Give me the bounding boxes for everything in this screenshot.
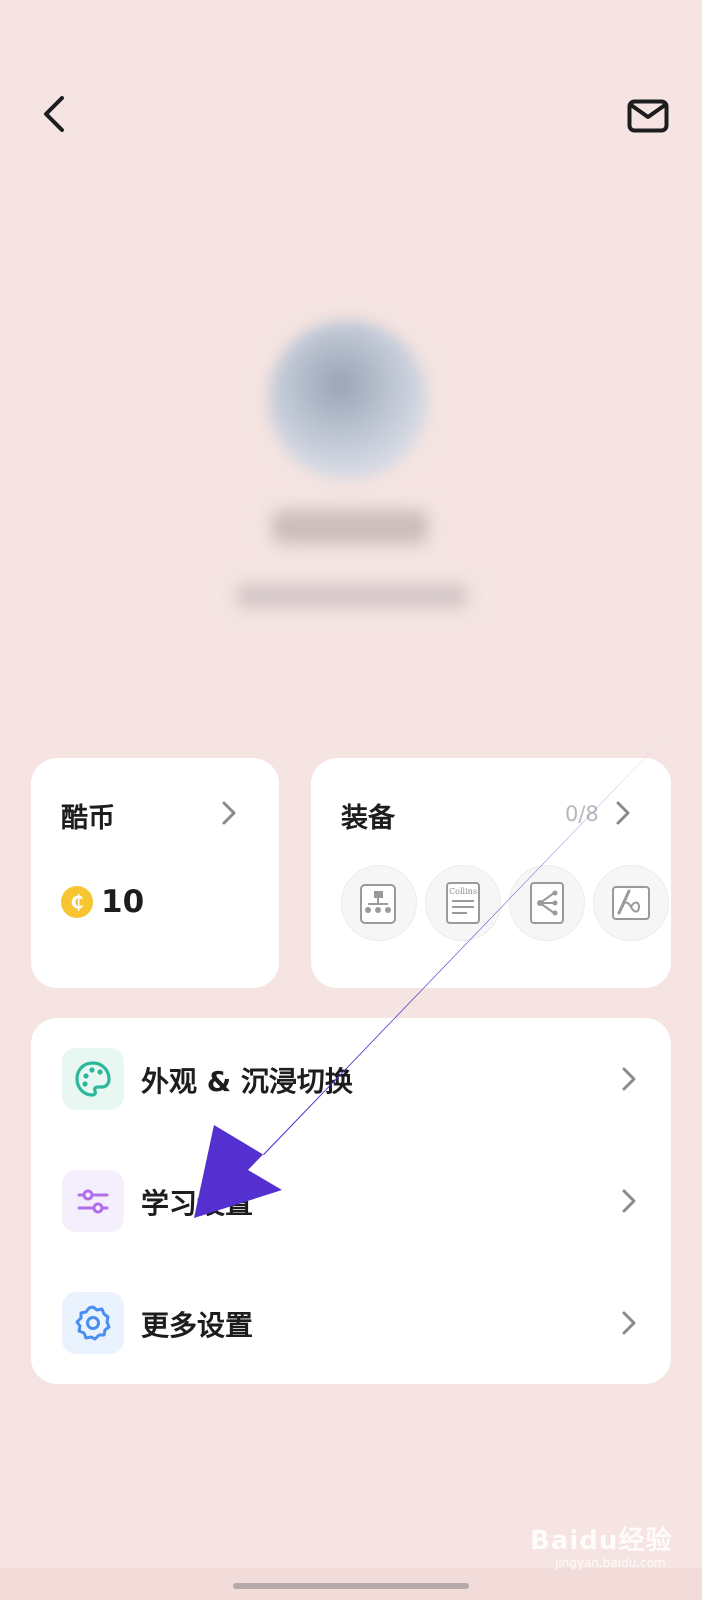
mail-icon [627, 99, 669, 133]
palette-icon [62, 1048, 124, 1110]
tree-diagram-icon[interactable] [509, 865, 585, 941]
mail-button[interactable] [622, 94, 674, 138]
equipment-title: 装备 [341, 803, 395, 834]
equipment-card[interactable]: 装备 0/8 Collins [311, 758, 671, 988]
setting-row-more[interactable]: 更多设置 [31, 1262, 671, 1384]
watermark: Baidu经验 [530, 1526, 673, 1556]
gear-icon [62, 1292, 124, 1354]
setting-label-learning: 学习设置 [141, 1187, 254, 1220]
pen-infinity-icon[interactable] [593, 865, 669, 941]
mindmap-icon[interactable] [341, 865, 417, 941]
chevron-right-icon [622, 1189, 636, 1213]
coin-icon: ₵ [61, 886, 93, 918]
user-info-blurred [236, 584, 468, 608]
chevron-right-icon [222, 801, 236, 825]
chevron-right-icon [616, 801, 630, 825]
home-indicator[interactable] [233, 1583, 469, 1589]
setting-label-more: 更多设置 [141, 1309, 254, 1342]
setting-row-appearance[interactable]: 外观 & 沉浸切换 [31, 1018, 671, 1140]
chevron-right-icon [622, 1067, 636, 1091]
setting-row-learning[interactable]: 学习设置 [31, 1140, 671, 1262]
avatar[interactable] [268, 320, 428, 480]
watermark-url: jingyan.baidu.com [555, 1556, 666, 1570]
sliders-icon [62, 1170, 124, 1232]
chevron-right-icon [622, 1311, 636, 1335]
settings-list: 外观 & 沉浸切换 学习设置 更多设置 [31, 1018, 671, 1384]
equipment-count: 0/8 [565, 802, 599, 826]
coin-balance: 10 [101, 884, 145, 920]
setting-label-appearance: 外观 & 沉浸切换 [141, 1065, 353, 1098]
chevron-left-icon [44, 96, 64, 132]
coins-card[interactable]: 酷币 ₵ 10 [31, 758, 279, 988]
collins-label: Collins [449, 887, 477, 896]
collins-dictionary-icon[interactable]: Collins [425, 865, 501, 941]
back-button[interactable] [30, 90, 78, 138]
username-blurred [272, 510, 428, 544]
coins-title: 酷币 [61, 803, 115, 834]
